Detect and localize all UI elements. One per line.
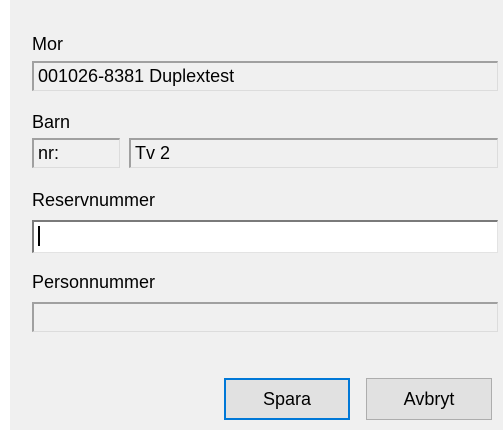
- dialog-panel: Mor 001026-8381 Duplextest Barn nr: Tv 2…: [10, 0, 503, 430]
- reservnummer-label: Reservnummer: [32, 190, 156, 210]
- barn-label: Barn: [32, 112, 71, 132]
- reservnummer-input[interactable]: [32, 220, 498, 253]
- save-button[interactable]: Spara: [224, 378, 350, 420]
- barn-nr-field: nr:: [32, 138, 120, 168]
- text-caret: [38, 226, 40, 247]
- personnummer-field: [32, 302, 498, 332]
- cancel-button[interactable]: Avbryt: [366, 378, 492, 420]
- barn-name-field: Tv 2: [129, 138, 498, 168]
- mor-field: 001026-8381 Duplextest: [32, 61, 498, 91]
- mor-label: Mor: [32, 34, 63, 54]
- personnummer-label: Personnummer: [32, 272, 156, 292]
